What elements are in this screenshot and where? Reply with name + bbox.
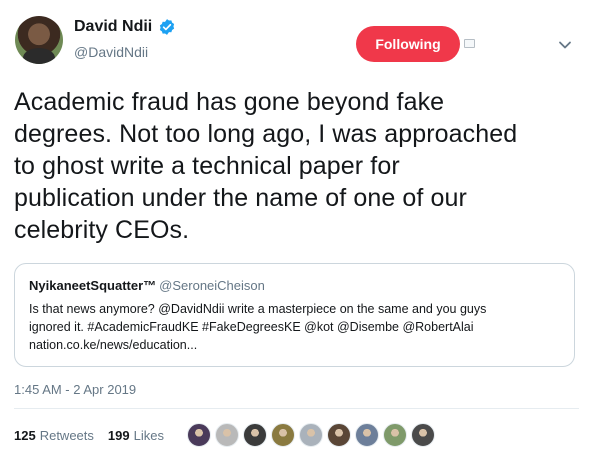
quoted-tweet-line: nation.co.ke/news/education... — [29, 338, 198, 352]
liker-avatar[interactable] — [411, 423, 435, 447]
quoted-tweet-line: Is that news anymore? @DavidNdii write a… — [29, 302, 487, 316]
tweet-text-line: celebrity CEOs. — [14, 216, 190, 244]
liker-avatar[interactable] — [299, 423, 323, 447]
likes-count[interactable]: 199 — [108, 428, 130, 443]
chevron-down-icon[interactable] — [558, 38, 572, 52]
liker-avatar[interactable] — [243, 423, 267, 447]
quoted-tweet-line: ignored it. #AcademicFraudKE #FakeDegree… — [29, 320, 474, 334]
tweet-text-line: degrees. Not too long ago, I was approac… — [14, 120, 518, 148]
quoted-tweet-header: NyikaneetSquatter™ @SeroneiCheison — [29, 278, 265, 293]
tweet-text-line: to ghost write a technical paper for — [14, 152, 400, 180]
following-button[interactable]: Following — [356, 26, 460, 62]
tweet-text-line: Academic fraud has gone beyond fake — [14, 88, 445, 116]
tweet-text-line: publication under the name of one of our — [14, 184, 467, 212]
direct-message-icon[interactable] — [464, 39, 475, 48]
liker-avatar[interactable] — [355, 423, 379, 447]
quoted-tweet-text: Is that news anymore? @DavidNdii write a… — [29, 300, 559, 354]
quoted-author-handle[interactable]: @SeroneiCheison — [159, 278, 265, 293]
verified-badge-icon — [160, 19, 175, 35]
avatar-shirt — [23, 48, 55, 64]
liker-avatar[interactable] — [187, 423, 211, 447]
author-handle[interactable]: @DavidNdii — [74, 44, 148, 60]
quoted-tweet-card[interactable]: NyikaneetSquatter™ @SeroneiCheison Is tha… — [14, 263, 575, 367]
tweet-text: Academic fraud has gone beyond fake degr… — [14, 86, 579, 246]
author-avatar[interactable] — [15, 16, 63, 64]
divider — [14, 408, 579, 409]
stats-spacer — [98, 428, 104, 443]
liker-avatar[interactable] — [215, 423, 239, 447]
tweet-stats: 125 Retweets 199 Likes — [14, 428, 164, 443]
liker-avatar[interactable] — [383, 423, 407, 447]
retweets-label[interactable]: Retweets — [40, 428, 94, 443]
retweets-count[interactable]: 125 — [14, 428, 36, 443]
tweet-timestamp[interactable]: 1:45 AM - 2 Apr 2019 — [14, 382, 136, 397]
liker-avatar[interactable] — [271, 423, 295, 447]
liker-avatar[interactable] — [327, 423, 351, 447]
author-name-row: David Ndii — [74, 18, 176, 36]
quoted-author-name[interactable]: NyikaneetSquatter™ — [29, 278, 156, 293]
liker-avatars — [187, 423, 435, 447]
likes-label[interactable]: Likes — [134, 428, 164, 443]
author-display-name[interactable]: David Ndii — [74, 18, 152, 36]
